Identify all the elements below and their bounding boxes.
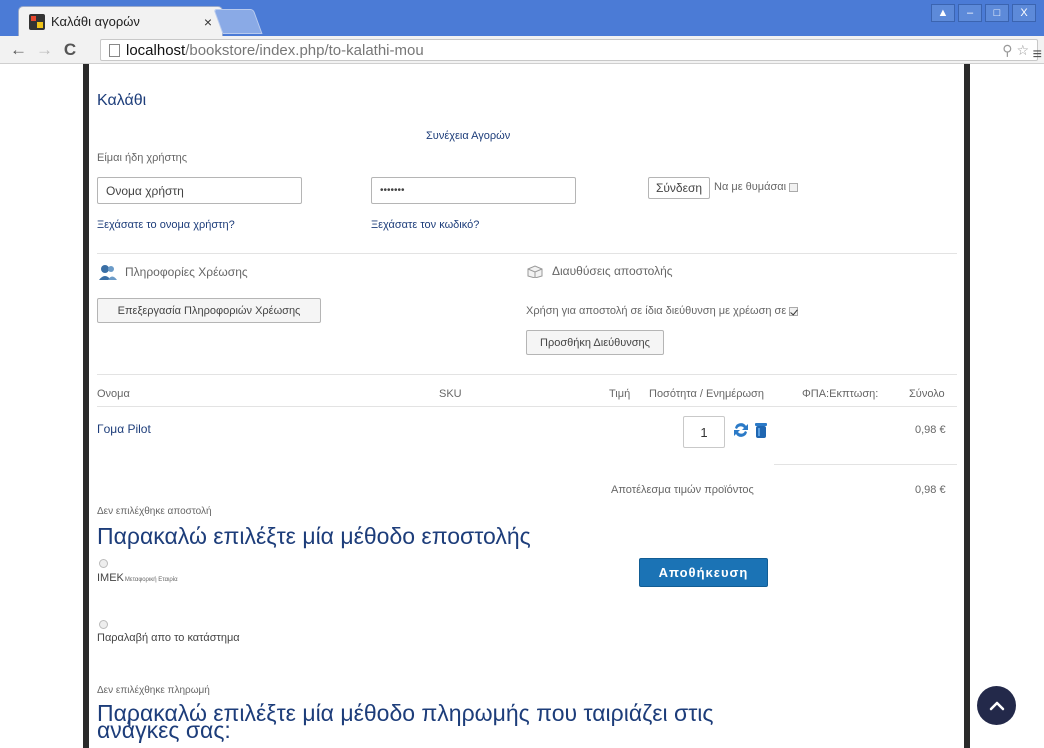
no-shipment-label: Δεν επιλέχθηκε αποστολή — [97, 506, 212, 517]
billing-title: Πληροφορίες Χρέωσης — [125, 265, 248, 279]
col-header-quantity: Ποσότητα / Ενημέρωση — [649, 388, 764, 400]
already-user-label: Είμαι ήδη χρήστης — [97, 152, 188, 164]
shipping-address-title: Διαυθύσεις αποστολής — [552, 264, 673, 278]
close-window-button[interactable]: X — [1012, 4, 1036, 22]
shipment-option-imek[interactable]: ΙΜΕΚΜεταφορική Εταιρία — [97, 572, 178, 584]
product-name-link[interactable]: Γομα Pilot — [97, 422, 151, 436]
forgot-password-link[interactable]: Ξεχάσατε τον κωδικό? — [371, 219, 479, 231]
browser-toolbar: ← → C localhost/bookstore/index.php/to-k… — [0, 36, 1044, 64]
minimize-button[interactable]: – — [958, 4, 982, 22]
shipment-option-radio[interactable] — [99, 559, 108, 568]
same-address-checkbox[interactable] — [789, 306, 799, 316]
remember-me: Να με θυμάσαι — [714, 181, 799, 193]
same-address-label: Χρήση για αποστολή σε ίδια διεύθυνση με … — [526, 305, 787, 317]
billing-user-icon — [99, 265, 117, 280]
remember-me-label: Να με θυμάσαι — [714, 181, 787, 193]
forgot-username-link[interactable]: Ξεχάσατε το ονομα χρήστη? — [97, 219, 235, 231]
back-arrow-icon[interactable]: ← — [10, 40, 27, 60]
divider — [97, 406, 957, 407]
profile-icon[interactable]: ▲ — [931, 4, 955, 22]
update-quantity-icon[interactable] — [732, 420, 750, 440]
remember-me-checkbox[interactable] — [789, 182, 799, 192]
billing-header: Πληροφορίες Χρέωσης — [99, 264, 248, 280]
browser-tab[interactable]: Καλάθι αγορών × — [18, 6, 223, 36]
delete-item-icon[interactable] — [754, 421, 768, 439]
edit-billing-button[interactable]: Επεξεργασία Πληροφοριών Χρέωσης — [97, 298, 321, 323]
scroll-to-top-button[interactable] — [977, 686, 1016, 725]
url-host: localhost — [126, 41, 186, 59]
browser-titlebar: Καλάθι αγορών × ▲ – □ X — [0, 0, 1044, 36]
url-path: /bookstore/index.php/to-kalathi-mou — [185, 41, 424, 59]
col-header-sku: SKU — [439, 388, 462, 400]
divider — [97, 374, 957, 375]
zoom-and-bookmark-icons[interactable]: ⚲ ☆ — [1002, 42, 1029, 59]
divider — [97, 253, 957, 254]
page-title: Καλάθι — [97, 92, 147, 109]
col-header-total: Σύνολο — [909, 388, 945, 400]
row-total: 0,98 € — [915, 424, 946, 436]
site-favicon-icon — [29, 13, 45, 30]
cart-content: Καλάθι Συνέχεια Αγορών Είμαι ήδη χρήστης… — [89, 64, 964, 748]
add-address-button[interactable]: Προσθήκη Διεύθυνσης — [526, 330, 664, 355]
save-shipment-button[interactable]: Αποθήκευση — [639, 558, 768, 587]
product-subtotal-value: 0,98 € — [915, 484, 946, 496]
shipment-option-pickup[interactable]: Παραλαβή απο το κατάστημα — [97, 632, 240, 644]
window-controls: ▲ – □ X — [931, 4, 1036, 22]
divider — [774, 464, 957, 465]
forward-arrow-icon[interactable]: → — [36, 40, 53, 60]
payment-prompt: Παρακαλώ επιλέξτε μία μέθοδο πληρωμής πο… — [97, 700, 714, 743]
username-field[interactable]: Ονομα χρήστη — [97, 177, 302, 204]
col-header-price: Τιμή — [609, 388, 631, 400]
col-header-name: Ονομα — [97, 388, 130, 400]
chevron-up-icon — [989, 701, 1004, 710]
tab-title: Καλάθι αγορών — [51, 14, 140, 29]
no-payment-label: Δεν επιλέχθηκε πληρωμή — [97, 685, 210, 696]
page-icon — [109, 43, 120, 57]
maximize-button[interactable]: □ — [985, 4, 1009, 22]
product-subtotal-label: Αποτέλεσμα τιμών προϊόντος — [611, 484, 754, 496]
shipment-option-subtitle: Μεταφορική Εταιρία — [124, 577, 178, 583]
continue-shopping-link[interactable]: Συνέχεια Αγορών — [426, 130, 510, 142]
page-viewport: Καλάθι Συνέχεια Αγορών Είμαι ήδη χρήστης… — [0, 64, 1044, 748]
password-field[interactable]: ••••••• — [371, 177, 576, 204]
login-button[interactable]: Σύνδεση — [648, 177, 710, 199]
frame-border-right — [964, 64, 970, 748]
browser-menu-icon[interactable]: ≡ — [1033, 46, 1042, 64]
address-bar[interactable]: localhost/bookstore/index.php/to-kalathi… — [100, 39, 1038, 61]
same-address-option: Χρήση για αποστολή σε ίδια διεύθυνση με … — [526, 305, 799, 317]
reload-icon[interactable]: C — [62, 40, 78, 60]
shipment-prompt: Παρακαλώ επιλέξτε μία μέθοδο εποστολής — [97, 523, 531, 549]
quantity-input[interactable]: 1 — [683, 416, 725, 448]
new-tab-button[interactable] — [213, 9, 263, 34]
shipping-box-icon — [527, 265, 543, 278]
shipping-address-header: Διαυθύσεις αποστολής — [526, 264, 673, 278]
tab-close-icon[interactable]: × — [204, 14, 212, 30]
shipment-option-name: ΙΜΕΚ — [97, 572, 124, 584]
shipment-option-radio[interactable] — [99, 620, 108, 629]
col-header-tax: ΦΠΑ:Εκπτωση: — [802, 388, 879, 400]
